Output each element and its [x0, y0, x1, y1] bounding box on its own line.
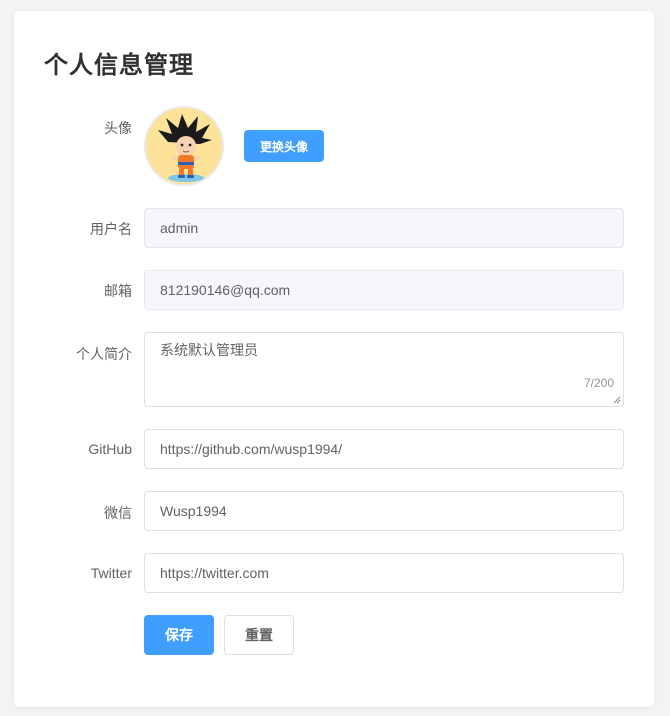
- change-avatar-button[interactable]: 更换头像: [244, 130, 324, 162]
- github-label: GitHub: [88, 441, 132, 457]
- github-field[interactable]: https://github.com/wusp1994/: [144, 429, 624, 469]
- avatar: [144, 106, 224, 186]
- save-button[interactable]: 保存: [144, 615, 214, 655]
- wechat-field[interactable]: Wusp1994: [144, 491, 624, 531]
- username-field[interactable]: admin: [144, 208, 624, 248]
- bio-textarea-wrapper: 系统默认管理员 7/200: [144, 332, 624, 407]
- bio-char-counter: 7/200: [583, 376, 614, 390]
- username-label: 用户名: [90, 221, 132, 237]
- email-label: 邮箱: [104, 283, 132, 299]
- page-title: 个人信息管理: [44, 52, 194, 79]
- profile-card: 个人信息管理 头像 更换头像 用户名 admin 邮箱 812190146@qq…: [14, 11, 654, 707]
- bio-label: 个人简介: [76, 346, 132, 362]
- avatar-label: 头像: [104, 120, 132, 136]
- twitter-label: Twitter: [90, 565, 132, 581]
- email-field[interactable]: 812190146@qq.com: [144, 270, 624, 310]
- resize-handle-icon[interactable]: [613, 396, 621, 404]
- bio-textarea[interactable]: 系统默认管理员: [145, 333, 623, 406]
- twitter-field[interactable]: https://twitter.com: [144, 553, 624, 593]
- reset-button[interactable]: 重置: [224, 615, 294, 655]
- avatar-character-icon: [146, 108, 222, 184]
- wechat-label: 微信: [104, 505, 132, 521]
